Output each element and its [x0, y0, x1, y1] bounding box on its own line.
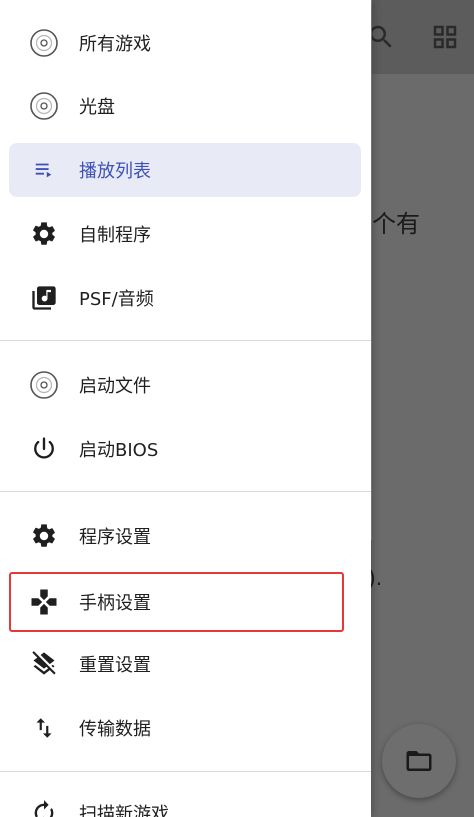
swap-vert-icon	[29, 713, 59, 743]
nav-item-label: 播放列表	[79, 161, 151, 182]
nav-item-boot-bios[interactable]: 启动BIOS	[9, 422, 361, 476]
divider	[0, 491, 371, 492]
nav-item-controller-settings[interactable]: 手柄设置	[9, 572, 344, 632]
nav-item-app-settings[interactable]: 程序设置	[9, 509, 361, 563]
navigation-drawer: 所有游戏 光盘 播放列表 自制程序 PSF/音频 启动文件 启动BIOS 程序设…	[0, 0, 371, 817]
nav-item-homebrew[interactable]: 自制程序	[9, 207, 361, 261]
nav-item-label: 启动BIOS	[79, 440, 159, 461]
disc-icon	[29, 370, 59, 400]
folder-icon	[406, 751, 432, 771]
nav-item-disc[interactable]: 光盘	[9, 79, 361, 133]
nav-item-reset-settings[interactable]: 重置设置	[9, 637, 361, 691]
refresh-icon	[29, 798, 59, 817]
divider	[0, 340, 371, 341]
nav-item-label: 自制程序	[79, 225, 151, 246]
divider	[0, 771, 371, 772]
nav-item-transfer-data[interactable]: 传输数据	[9, 701, 361, 755]
grid-view-icon[interactable]	[430, 22, 460, 52]
nav-item-psf-audio[interactable]: PSF/音频	[9, 271, 361, 325]
power-icon	[29, 434, 59, 464]
gear-icon	[29, 219, 59, 249]
gear-icon	[29, 521, 59, 551]
nav-item-boot-file[interactable]: 启动文件	[9, 358, 361, 412]
disc-icon	[29, 91, 59, 121]
nav-item-label: 传输数据	[79, 719, 151, 740]
nav-item-label: 程序设置	[79, 527, 151, 548]
background-text: 个有	[372, 210, 420, 238]
nav-item-label: 所有游戏	[79, 34, 151, 55]
nav-item-label: 启动文件	[79, 376, 151, 397]
gamepad-icon	[29, 587, 59, 617]
open-folder-button[interactable]	[382, 724, 456, 798]
nav-item-playlist[interactable]: 播放列表	[9, 143, 361, 197]
nav-item-label: PSF/音频	[79, 289, 154, 310]
screen: 个有 ) ). 所有游戏 光盘 播放列表	[0, 0, 474, 817]
disc-icon	[29, 28, 59, 58]
nav-item-label: 重置设置	[79, 655, 151, 676]
playlist-icon	[29, 155, 59, 185]
nav-item-scan-new-games[interactable]: 扫描新游戏	[9, 786, 361, 817]
nav-item-label: 扫描新游戏	[79, 804, 169, 817]
nav-item-all-games[interactable]: 所有游戏	[9, 16, 361, 70]
layers-clear-icon	[29, 649, 59, 679]
nav-item-label: 光盘	[79, 97, 115, 118]
music-library-icon	[29, 283, 59, 313]
nav-item-label: 手柄设置	[79, 593, 151, 614]
